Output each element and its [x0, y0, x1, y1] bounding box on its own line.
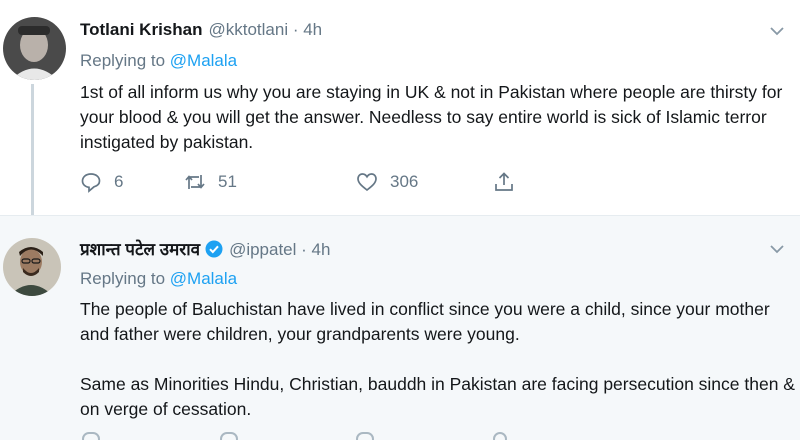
- tweet-1[interactable]: Totlani Krishan @kktotlani · 4h Replying…: [0, 0, 800, 215]
- thread-line: [31, 84, 34, 215]
- avatar[interactable]: [3, 17, 66, 80]
- mention-link[interactable]: @Malala: [170, 51, 237, 70]
- tweet-actions: 6 51 306: [80, 171, 540, 197]
- display-name[interactable]: प्रशान्त पटेल उमराव: [80, 237, 200, 260]
- reply-icon: [81, 173, 101, 193]
- display-name[interactable]: Totlani Krishan: [80, 20, 202, 40]
- handle-and-time[interactable]: @kktotlani · 4h: [208, 20, 322, 40]
- reply-button[interactable]: 6: [80, 171, 123, 193]
- tweet-header: प्रशान्त पटेल उमराव @ippatel · 4h: [80, 237, 330, 260]
- replying-prefix: Replying to: [80, 269, 170, 288]
- chevron-down-icon[interactable]: [768, 240, 786, 258]
- tweet-header: Totlani Krishan @kktotlani · 4h: [80, 20, 322, 40]
- tweet-text: 1st of all inform us why you are staying…: [80, 80, 795, 155]
- tweet-text: The people of Baluchistan have lived in …: [80, 297, 795, 422]
- tweet-paragraph: 1st of all inform us why you are staying…: [80, 82, 783, 152]
- reply-icon[interactable]: [82, 432, 100, 440]
- avatar[interactable]: [3, 238, 61, 296]
- replying-to: Replying to @Malala: [80, 269, 237, 289]
- share-icon: [495, 172, 513, 191]
- retweet-icon: [185, 175, 205, 189]
- tweet-paragraph: Same as Minorities Hindu, Christian, bau…: [80, 374, 795, 419]
- share-button[interactable]: [493, 171, 515, 193]
- verified-badge-icon: [205, 240, 223, 258]
- reply-count: 6: [114, 172, 124, 191]
- like-icon[interactable]: [356, 432, 374, 440]
- mention-link[interactable]: @Malala: [170, 269, 237, 288]
- replying-to: Replying to @Malala: [80, 51, 237, 71]
- like-icon: [357, 173, 377, 192]
- retweet-button[interactable]: 51: [184, 171, 237, 193]
- handle-and-time[interactable]: @ippatel · 4h: [229, 240, 330, 260]
- retweet-icon[interactable]: [220, 432, 238, 440]
- tweet-2-actions-cut-off: [80, 432, 540, 440]
- like-button[interactable]: 306: [356, 171, 418, 193]
- like-count: 306: [390, 172, 419, 191]
- replying-prefix: Replying to: [80, 51, 170, 70]
- retweet-count: 51: [218, 172, 237, 191]
- tweet-2[interactable]: प्रशान्त पटेल उमराव @ippatel · 4h Replyi…: [0, 215, 800, 440]
- share-icon[interactable]: [493, 432, 507, 440]
- tweet-paragraph: The people of Baluchistan have lived in …: [80, 299, 770, 344]
- chevron-down-icon[interactable]: [768, 22, 786, 40]
